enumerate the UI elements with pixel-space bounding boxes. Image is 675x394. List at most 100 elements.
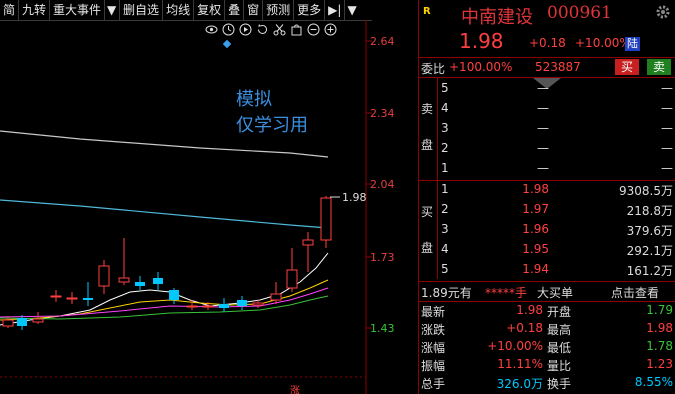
candle-body (66, 297, 78, 300)
candle-body (237, 300, 247, 306)
y-tick-label: 2.34 (370, 107, 395, 120)
stat-value: 1.98 (646, 321, 673, 335)
toolbar-item-overlay[interactable]: 叠 (225, 0, 245, 20)
sell-level-price: — (537, 141, 549, 155)
quote-panel: R 中南建设 000961 1.98 +0.18 +10.00% 陆 委比 +1… (418, 0, 675, 394)
view-detail-link[interactable]: 点击查看 (611, 284, 659, 301)
sell-level-row[interactable]: 3 — — (419, 119, 675, 138)
chart-toolbar: 简 九转 重大事件 ▼ 删自选 均线 复权 叠 窗 预测 更多 ▶| ▼ (0, 0, 372, 21)
sell-level-price: — (537, 101, 549, 115)
candle-body (2, 319, 14, 327)
exchange-tag[interactable]: 陆 (625, 37, 640, 51)
stat-label: 开盘 (547, 305, 572, 319)
toolbar-dropdown-icon[interactable]: ▼ (345, 0, 359, 20)
toolbar-item-remove-watchlist[interactable]: 删自选 (120, 0, 164, 20)
stat-label: 量比 (547, 359, 572, 373)
toolbar-item-jiuzhuan[interactable]: 九转 (19, 0, 51, 20)
scissors-icon[interactable] (273, 23, 286, 36)
bag-icon[interactable] (290, 23, 303, 36)
buy-level-index: 4 (441, 242, 449, 256)
buy-level-price: 1.95 (522, 242, 549, 256)
watermark-line2: 仅学习用 (236, 115, 308, 136)
buy-level-volume: 218.8万 (626, 204, 673, 218)
zoom-out-icon[interactable] (307, 23, 320, 36)
rotate-icon[interactable] (256, 23, 269, 36)
toolbar-item-adjust[interactable]: 复权 (194, 0, 226, 20)
y-tick-label: 2.04 (370, 178, 395, 191)
buy-level-row[interactable]: 3 1.96 379.6万 (419, 220, 675, 239)
candle-body (153, 278, 163, 284)
sell-level-volume: — (661, 161, 673, 175)
stat-label: 最低 (547, 341, 572, 355)
eye-icon[interactable] (205, 23, 218, 36)
big-order-qty: *****手 (485, 286, 528, 300)
stat-row: 振幅 11.11% 量比 1.23 (419, 356, 675, 375)
toolbar-item-simple[interactable]: 简 (0, 0, 20, 20)
candle-body (286, 269, 298, 289)
buy-level-volume: 379.6万 (626, 224, 673, 238)
sell-level-index: 1 (441, 161, 449, 175)
candle-body (219, 304, 229, 308)
kline-chart[interactable]: 1.98 涨 2.64 2.34 2.04 1.73 1.43 模拟 仅学习用 (0, 20, 418, 394)
candle-body (135, 282, 145, 286)
stat-label: 换手 (547, 377, 572, 391)
ma120-line (0, 199, 329, 229)
buy-level-price: 1.96 (522, 222, 549, 236)
current-price: 1.98 (459, 29, 504, 53)
candle-body (202, 305, 214, 308)
sell-level-volume: — (661, 81, 673, 95)
sell-button[interactable]: 卖 (647, 59, 671, 75)
toolbar-item-expand[interactable]: ▶| (325, 0, 346, 20)
sell-level-price: — (537, 121, 549, 135)
sell-level-row[interactable]: 2 — — (419, 139, 675, 158)
candle-body (302, 239, 314, 246)
watermark-line1: 模拟 (236, 89, 272, 110)
buy-button[interactable]: 买 (615, 59, 639, 75)
clock-icon[interactable] (222, 23, 235, 36)
stat-value: 1.23 (646, 357, 673, 371)
toolbar-item-major-events[interactable]: 重大事件 (50, 0, 106, 20)
buy-level-price: 1.94 (522, 262, 549, 276)
zoom-in-icon[interactable] (324, 23, 337, 36)
buy-level-row[interactable]: 2 1.97 218.8万 (419, 200, 675, 219)
stock-name: 中南建设 (461, 7, 533, 28)
candle-body (118, 277, 130, 283)
candle-body (270, 293, 282, 301)
buy-level-volume: 161.2万 (626, 264, 673, 278)
candle-body (98, 265, 110, 287)
stat-value: 11.11% (497, 357, 543, 371)
toolbar-item-window[interactable]: 窗 (244, 0, 264, 20)
last-price-label: 1.98 (342, 191, 367, 204)
events-dropdown-icon[interactable]: ▼ (105, 0, 121, 20)
sell-level-volume: — (661, 101, 673, 115)
chart-tools (205, 23, 337, 39)
sell-level-volume: — (661, 141, 673, 155)
stat-label: 最新 (421, 305, 446, 319)
big-order-row[interactable]: 1.89元有 *****手 大买单 点击查看 (419, 283, 675, 302)
buy-level-volume: 292.1万 (626, 244, 673, 258)
sell-level-row[interactable]: 1 — — (419, 159, 675, 178)
play-icon[interactable] (239, 23, 252, 36)
stat-value: 1.78 (646, 339, 673, 353)
toolbar-item-ma[interactable]: 均线 (163, 0, 195, 20)
buy-level-index: 1 (441, 182, 449, 196)
stock-code: 000961 (547, 3, 612, 23)
gear-icon[interactable] (655, 4, 671, 20)
candle-body (50, 295, 62, 298)
stat-row: 总手 326.0万 换手 8.55% (419, 374, 675, 393)
stat-row: 涨跌 +0.18 最高 1.98 (419, 320, 675, 339)
buy-level-row[interactable]: 5 1.94 161.2万 (419, 260, 675, 279)
buy-level-volume: 9308.5万 (619, 184, 673, 198)
candle-body (17, 318, 27, 326)
candle-body (32, 318, 44, 323)
sell-level-row[interactable]: 4 — — (419, 99, 675, 118)
sell-level-row[interactable]: 5 — — (419, 79, 675, 98)
stat-value: +0.18 (506, 321, 543, 335)
toolbar-item-forecast[interactable]: 预测 (263, 0, 295, 20)
buy-level-row[interactable]: 4 1.95 292.1万 (419, 240, 675, 259)
stat-value: 1.98 (516, 303, 543, 317)
buy-level-index: 3 (441, 222, 449, 236)
toolbar-item-more[interactable]: 更多 (294, 0, 326, 20)
buy-level-row[interactable]: 1 1.98 9308.5万 (419, 180, 675, 199)
sell-level-index: 4 (441, 101, 449, 115)
